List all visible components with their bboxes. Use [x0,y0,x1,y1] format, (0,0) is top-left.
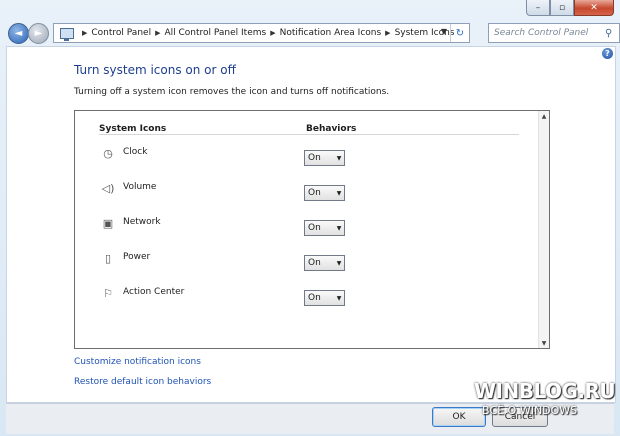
behavior-select-volume[interactable]: On ▼ [304,185,345,201]
list-item-action-center: ⚐ Action Center On ▼ [75,285,537,309]
chevron-down-icon: ▼ [336,294,342,302]
select-value: On [308,188,321,198]
control-panel-icon [60,27,74,41]
breadcrumb-separator-icon[interactable]: ▶ [385,29,390,37]
address-dropdown-icon[interactable]: ▼ [441,27,447,36]
chevron-down-icon: ▼ [336,259,342,267]
forward-arrow-icon: ► [34,28,43,39]
breadcrumb-all-items[interactable]: All Control Panel Items [164,28,266,38]
header-divider [99,134,519,135]
content-area: ? Turn system icons on or off Turning of… [6,46,616,403]
breadcrumb-separator-icon[interactable]: ▶ [82,29,87,37]
row-label: Action Center [123,287,185,297]
back-arrow-icon: ◄ [14,28,23,39]
refresh-icon[interactable]: ↻ [450,24,469,42]
address-bar[interactable]: ▶ Control Panel ▶ All Control Panel Item… [53,23,470,43]
clock-icon: ◷ [103,147,113,160]
vertical-scrollbar[interactable]: ▲ ▼ [538,111,549,348]
select-value: On [308,223,321,233]
row-label: Network [123,217,161,227]
watermark-logo: WINBLOG.RU ВСЁ О WINDOWS [466,379,616,423]
power-icon: ▯ [104,252,112,265]
list-item-clock: ◷ Clock On ▼ [75,145,537,169]
navigation-bar: ◄ ► ▶ Control Panel ▶ All Control Panel … [6,22,620,44]
breadcrumb-notification-area-icons[interactable]: Notification Area Icons [280,28,382,38]
title-bar-buttons: – ▫ ✕ [526,0,614,16]
flag-icon: ⚐ [103,287,113,300]
select-value: On [308,258,321,268]
maximize-button[interactable]: ▫ [550,0,574,16]
search-icon[interactable]: ⚲ [605,28,619,39]
search-input[interactable]: Search Control Panel [489,28,605,38]
behavior-select-action-center[interactable]: On ▼ [304,290,345,306]
select-value: On [308,293,321,303]
row-label: Power [123,252,151,262]
behavior-select-network[interactable]: On ▼ [304,220,345,236]
list-item-network: ▣ Network On ▼ [75,215,537,239]
column-header-behaviors: Behaviors [306,124,357,134]
watermark-title: WINBLOG.RU [474,379,616,403]
breadcrumb-control-panel[interactable]: Control Panel [91,28,151,38]
chevron-down-icon: ▼ [336,224,342,232]
customize-notification-icons-link[interactable]: Customize notification icons [74,357,201,367]
restore-default-behaviors-link[interactable]: Restore default icon behaviors [74,377,211,387]
help-icon[interactable]: ? [602,48,613,59]
search-box[interactable]: Search Control Panel ⚲ [488,23,620,43]
row-label: Clock [123,147,148,157]
column-header-system-icons: System Icons [99,124,167,134]
close-button[interactable]: ✕ [574,0,614,16]
page-title: Turn system icons on or off [74,63,236,77]
breadcrumb-separator-icon[interactable]: ▶ [155,29,160,37]
breadcrumb-separator-icon[interactable]: ▶ [270,29,275,37]
page-description: Turning off a system icon removes the ic… [74,87,390,97]
behavior-select-power[interactable]: On ▼ [304,255,345,271]
network-icon: ▣ [102,217,114,230]
control-panel-window: – ▫ ✕ ◄ ► ▶ Control Panel ▶ All Control … [0,0,620,436]
select-value: On [308,153,321,163]
forward-button[interactable]: ► [28,23,49,44]
list-item-power: ▯ Power On ▼ [75,250,537,274]
row-label: Volume [123,182,157,192]
volume-icon: ◁) [101,182,115,195]
chevron-down-icon: ▼ [336,154,342,162]
scroll-down-icon[interactable]: ▼ [539,338,549,348]
minimize-button[interactable]: – [526,0,550,16]
chevron-down-icon: ▼ [336,189,342,197]
system-icons-panel: System Icons Behaviors ◷ Clock On ▼ ◁) V… [74,110,550,349]
scroll-up-icon[interactable]: ▲ [539,111,549,121]
behavior-select-clock[interactable]: On ▼ [304,150,345,166]
watermark-subtitle: ВСЁ О WINDOWS [482,404,578,417]
back-button[interactable]: ◄ [8,23,29,44]
list-item-volume: ◁) Volume On ▼ [75,180,537,204]
